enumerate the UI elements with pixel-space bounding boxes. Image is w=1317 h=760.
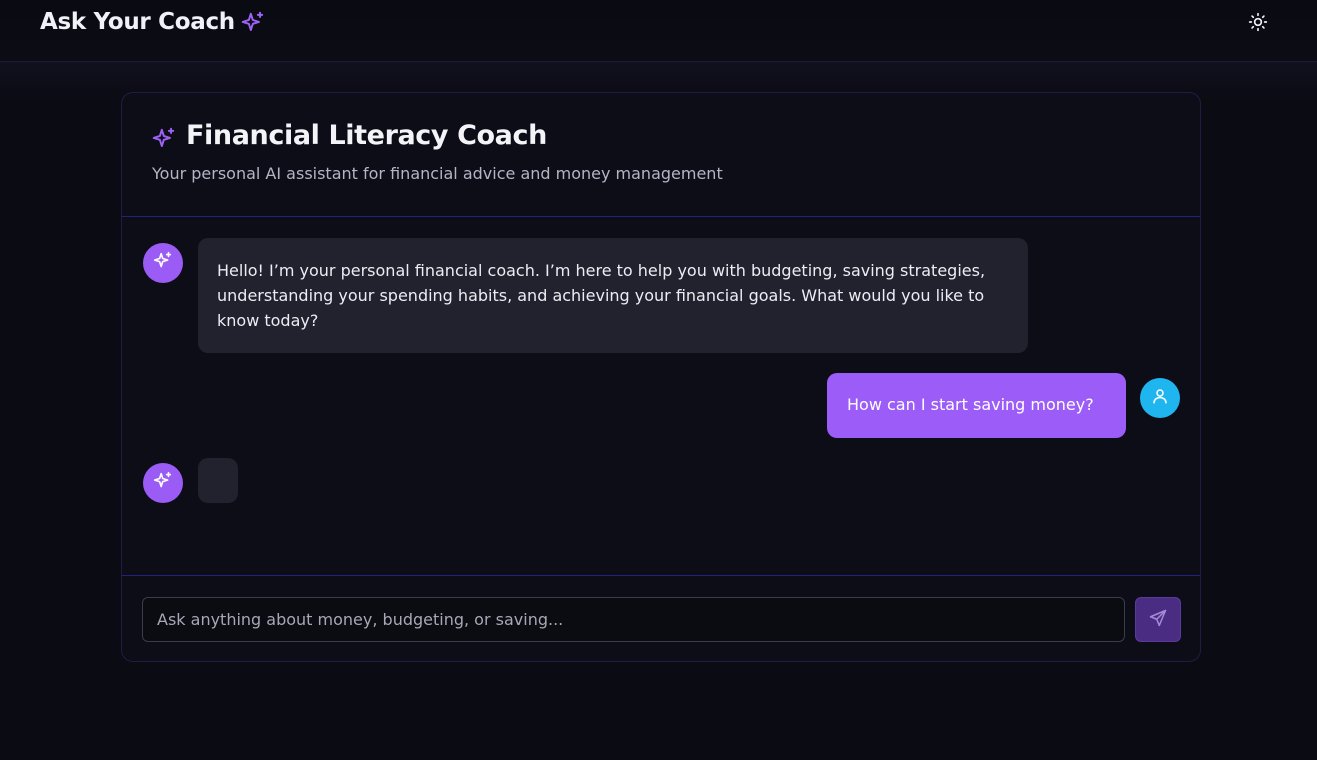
send-button[interactable] (1135, 597, 1181, 642)
sparkles-icon (240, 10, 266, 36)
assistant-typing-indicator (198, 458, 238, 503)
chat-messages[interactable]: Hello! I’m your personal financial coach… (122, 218, 1200, 575)
chat-composer (122, 575, 1200, 661)
coach-subtitle: Your personal AI assistant for financial… (152, 164, 723, 183)
sun-icon (1248, 12, 1268, 36)
user-message: How can I start saving money? (827, 373, 1126, 438)
app-title: Ask Your Coach (40, 9, 235, 35)
sparkles-icon (151, 126, 177, 152)
user-icon (1151, 387, 1169, 409)
theme-toggle-button[interactable] (1244, 10, 1272, 38)
assistant-message: Hello! I’m your personal financial coach… (198, 238, 1028, 353)
sparkles-icon (152, 250, 174, 276)
chat-input[interactable] (142, 597, 1125, 642)
send-icon (1148, 608, 1168, 632)
sparkles-icon (152, 470, 174, 496)
assistant-avatar (143, 243, 183, 283)
coach-title: Financial Literacy Coach (186, 120, 547, 151)
coach-card-header: Financial Literacy Coach Your personal A… (122, 93, 1200, 217)
assistant-avatar (143, 463, 183, 503)
assistant-message-text: Hello! I’m your personal financial coach… (217, 261, 986, 330)
user-message-text: How can I start saving money? (847, 395, 1094, 414)
coach-card: Financial Literacy Coach Your personal A… (121, 92, 1201, 662)
user-avatar (1140, 378, 1180, 418)
top-bar: Ask Your Coach (0, 0, 1317, 62)
